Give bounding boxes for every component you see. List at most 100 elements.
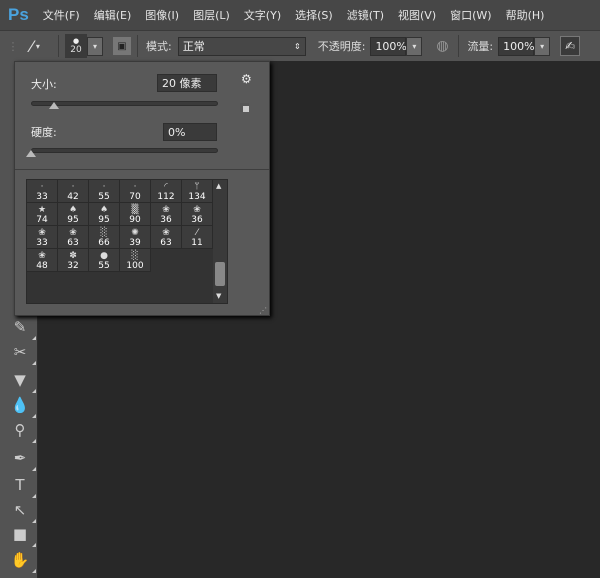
hand-tool-icon[interactable]: ✋ (9, 551, 36, 573)
airbrush-icon[interactable]: ✍ (560, 36, 581, 56)
size-input[interactable]: 20 像素 (157, 74, 217, 92)
hardness-label: 硬度: (31, 126, 57, 139)
brush-preset[interactable]: ✺ 39 (120, 226, 151, 249)
brush-preset[interactable]: ❀ 33 (27, 226, 58, 249)
flow-dropdown[interactable]: ▾ (534, 36, 551, 56)
brush-tip-icon: · (133, 182, 137, 192)
menu-item[interactable]: 文字(Y) (244, 7, 281, 23)
brush-tip-icon: ❀ (162, 205, 170, 215)
scrollbar-thumb[interactable] (215, 262, 225, 286)
brush-size-label: 63 (160, 238, 172, 248)
hardness-slider-thumb[interactable] (26, 150, 36, 157)
brush-preset[interactable]: ▒ 90 (120, 203, 151, 226)
brush-tool-preset-button[interactable]: ⁄ ▾ (18, 37, 52, 56)
brush-preset[interactable]: ░ 66 (89, 226, 120, 249)
brush-preset[interactable]: ᛘ 134 (182, 180, 213, 203)
brush-preset[interactable]: ❀ 36 (151, 203, 182, 226)
menu-item[interactable]: 窗口(W) (450, 7, 491, 23)
brush-tip-icon: · (71, 182, 75, 192)
brush-tip-icon: ❀ (193, 205, 201, 215)
brush-tip-icon: ● (100, 251, 108, 261)
brush-tip-icon: ░ (100, 228, 108, 238)
resize-grip-icon[interactable]: ⋰ (259, 306, 267, 315)
new-preset-icon[interactable] (240, 103, 249, 112)
brush-tip-icon: ♠ (68, 205, 78, 215)
menu-bar: Ps 文件(F) 编辑(E) 图像(I) 图层(L) 文字(Y) 选择(S) 滤镜(T) 视图… (0, 0, 600, 30)
scroll-up-icon[interactable]: ▲ (216, 182, 221, 190)
mode-label: 模式: (146, 40, 172, 53)
pressure-opacity-icon[interactable]: ◍ (432, 38, 452, 54)
menu-item[interactable]: 帮助(H) (506, 7, 545, 23)
flow-label: 流量: (467, 40, 494, 53)
brush-preset[interactable]: ░ 100 (120, 249, 151, 272)
type-tool-icon[interactable]: T (9, 476, 36, 498)
brush-size-label: 74 (36, 215, 48, 225)
scroll-down-icon[interactable]: ▼ (216, 292, 221, 300)
dodge-tool-icon[interactable]: ⚲ (9, 421, 36, 443)
mode-select[interactable]: 正常 ⇕ (177, 36, 306, 56)
brush-picker-dropdown[interactable]: ▾ (87, 36, 103, 56)
brush-preset[interactable]: ❀ 63 (151, 226, 182, 249)
menu-item[interactable]: 图像(I) (145, 7, 179, 23)
brush-size-label: 33 (36, 238, 48, 248)
size-slider-thumb[interactable] (49, 102, 60, 109)
divider (58, 35, 59, 57)
brush-preset[interactable]: · 70 (120, 180, 151, 203)
brush-size-label: 36 (160, 215, 172, 225)
history-brush-tool-icon[interactable]: ✎ (9, 318, 36, 340)
brush-tip-icon: · (102, 182, 106, 192)
brush-preset[interactable]: · 33 (27, 180, 58, 203)
brush-preset[interactable]: ❀ 63 (58, 226, 89, 249)
hardness-value: 0% (168, 125, 186, 139)
brush-preset[interactable]: · 42 (58, 180, 89, 203)
brush-picker-button[interactable]: ● 20 (65, 34, 87, 58)
path-selection-tool-icon[interactable]: ↖ (9, 501, 36, 523)
brush-preset-grid: · 33 · 42 · 55 · 70 ◜ 112 ᛘ 134 ★ 74 ♠ 95 ♠ 95 ▒ 90 ❀ 36 ❀ 36 ❀ 3… (26, 179, 228, 304)
menu-item[interactable]: 编辑(E) (94, 7, 132, 23)
brush-tip-icon: ▒ (131, 205, 139, 215)
brush-size-label: 55 (98, 261, 110, 271)
brush-preset[interactable]: ❀ 36 (182, 203, 213, 226)
brush-preset[interactable]: ❀ 48 (27, 249, 58, 272)
gear-icon[interactable]: ⚙ (241, 72, 252, 86)
hardness-slider[interactable] (31, 148, 218, 153)
flow-input[interactable]: 100% (498, 36, 535, 56)
menu-item[interactable]: 文件(F) (43, 7, 80, 23)
rectangle-tool-icon[interactable]: ■ (9, 525, 36, 547)
pen-tool-icon[interactable]: ✒ (9, 449, 36, 471)
brush-preset[interactable]: ⁄ 11 (182, 226, 213, 249)
opacity-dropdown[interactable]: ▾ (406, 36, 423, 56)
brush-tip-icon: ❀ (38, 251, 46, 261)
blur-tool-icon[interactable]: 💧 (9, 396, 36, 418)
flow-value: 100% (503, 39, 535, 53)
paint-bucket-tool-icon[interactable]: ▼ (9, 371, 36, 393)
brush-size-label: 42 (67, 192, 79, 202)
brush-preset[interactable]: ♠ 95 (89, 203, 120, 226)
menu-item[interactable]: 视图(V) (398, 7, 436, 23)
brush-preset[interactable]: · 55 (89, 180, 120, 203)
brush-preset[interactable]: ● 55 (89, 249, 120, 272)
brush-size-preview: 20 (70, 45, 82, 55)
brush-preset[interactable]: ♠ 95 (58, 203, 89, 226)
brush-preset[interactable]: ◜ 112 (151, 180, 182, 203)
brush-tip-icon: ◜ (164, 182, 168, 192)
brush-size-label: 90 (129, 215, 141, 225)
brush-size-label: 63 (67, 238, 79, 248)
brush-grid-scrollbar[interactable]: ▲ ▼ (213, 180, 227, 303)
size-value: 20 像素 (162, 77, 202, 90)
brush-preset[interactable]: ✽ 32 (58, 249, 89, 272)
eraser-tool-icon[interactable]: ✂ (9, 343, 36, 365)
brush-tip-icon: ★ (37, 205, 47, 215)
menu-item[interactable]: 图层(L) (193, 7, 230, 23)
brush-size-label: 95 (67, 215, 79, 225)
divider (15, 169, 269, 170)
mode-value: 正常 (182, 40, 205, 53)
brush-tip-icon: ✺ (131, 228, 139, 238)
menu-item[interactable]: 滤镜(T) (347, 7, 384, 23)
hardness-input[interactable]: 0% (163, 123, 217, 141)
menu-item[interactable]: 选择(S) (295, 7, 333, 23)
opacity-input[interactable]: 100% (370, 36, 407, 56)
brush-preset[interactable]: ★ 74 (27, 203, 58, 226)
divider (458, 35, 460, 57)
brush-panel-toggle-icon[interactable]: ▣ (113, 37, 131, 55)
